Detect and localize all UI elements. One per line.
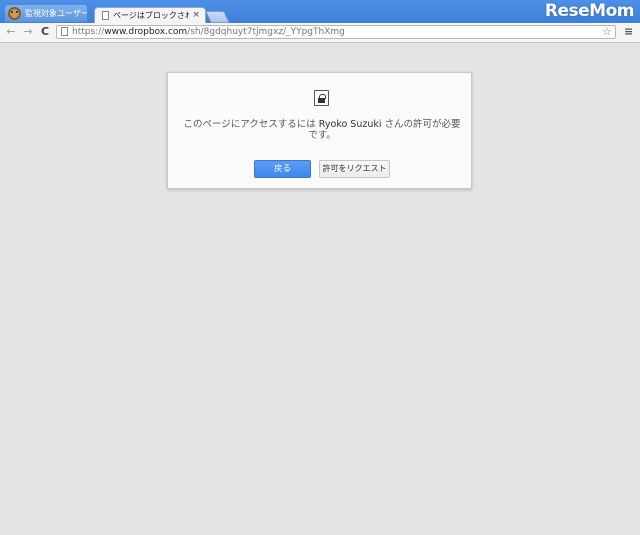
profile-label: 監視対象ユーザー bbox=[25, 9, 87, 18]
address-bar[interactable]: https://www.dropbox.com/sh/8gdqhuyt7tjmg… bbox=[56, 25, 616, 39]
tab-close-icon[interactable]: × bbox=[192, 8, 200, 23]
url-scheme: https:// bbox=[72, 27, 105, 37]
back-button[interactable]: 戻る bbox=[254, 160, 311, 178]
hamburger-menu-icon[interactable]: ≡ bbox=[624, 24, 633, 40]
dog-avatar-icon bbox=[8, 7, 21, 20]
browser-toolbar: ← → C https://www.dropbox.com/sh/8gdqhuy… bbox=[0, 23, 640, 43]
blocked-page-dialog: このページにアクセスするには Ryoko Suzuki さんの許可が必要です。 … bbox=[167, 72, 472, 189]
request-permission-button[interactable]: 許可をリクエスト bbox=[319, 160, 390, 178]
page-icon bbox=[61, 27, 68, 36]
message-prefix: このページにアクセスするには bbox=[183, 119, 319, 130]
reload-icon[interactable]: C bbox=[38, 24, 52, 40]
user-name: Ryoko Suzuki bbox=[318, 119, 382, 130]
tab-blocked-page[interactable]: ページはブロックされてい × bbox=[94, 7, 206, 23]
page-icon bbox=[102, 11, 109, 20]
back-arrow-icon[interactable]: ← bbox=[4, 24, 18, 40]
new-tab-button[interactable] bbox=[205, 11, 230, 23]
resemom-watermark: ReseMom bbox=[544, 1, 635, 21]
url-text: https://www.dropbox.com/sh/8gdqhuyt7tjmg… bbox=[72, 26, 345, 38]
supervised-user-badge[interactable]: 監視対象ユーザー bbox=[5, 5, 87, 22]
url-host: www.dropbox.com bbox=[104, 27, 188, 37]
tab-strip: 監視対象ユーザー ページはブロックされてい × ReseMom bbox=[0, 0, 640, 23]
forward-arrow-icon[interactable]: → bbox=[21, 24, 35, 40]
bookmark-star-icon[interactable]: ☆ bbox=[602, 24, 612, 40]
tab-title: ページはブロックされてい bbox=[113, 11, 189, 20]
browser-window: 監視対象ユーザー ページはブロックされてい × ReseMom ← → C ht… bbox=[0, 0, 640, 535]
lock-icon bbox=[314, 90, 329, 106]
permission-message: このページにアクセスするには Ryoko Suzuki さんの許可が必要です。 bbox=[182, 119, 462, 141]
url-path: /sh/8gdqhuyt7tjmgxz/_YYpgThXmg bbox=[187, 27, 345, 37]
